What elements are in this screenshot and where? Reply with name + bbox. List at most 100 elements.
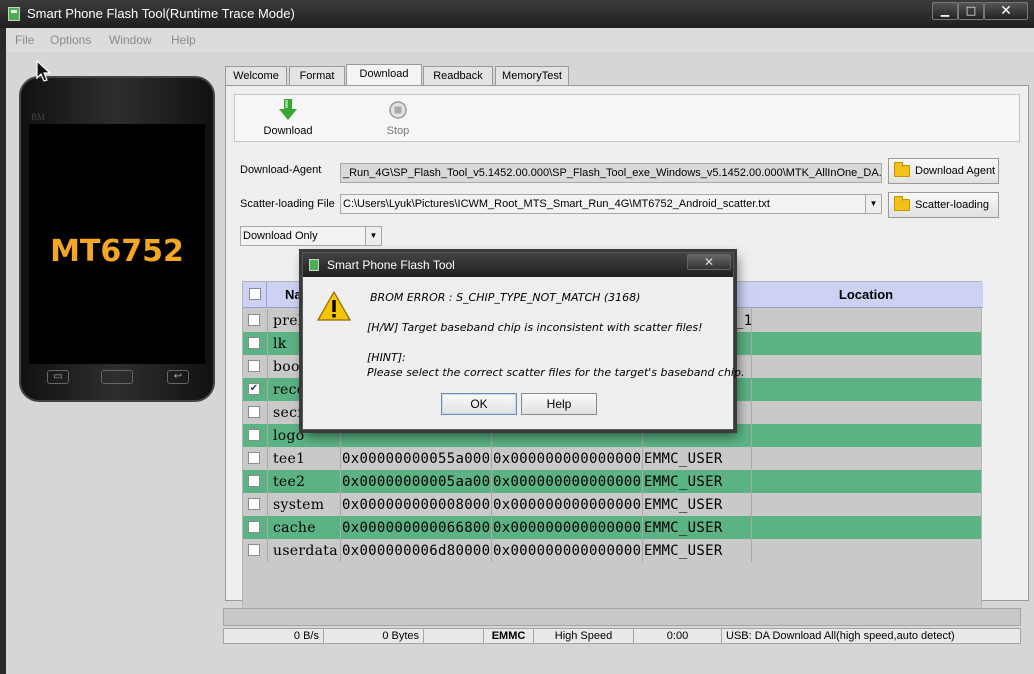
location xyxy=(735,357,975,377)
menu-window[interactable]: Window xyxy=(109,33,152,47)
row-checkbox[interactable] xyxy=(248,521,260,533)
chip-model-label: MT6752 xyxy=(50,234,184,269)
tab-readback[interactable]: Readback xyxy=(423,66,493,86)
column-divider xyxy=(267,470,268,493)
column-divider xyxy=(751,470,752,493)
tab-format[interactable]: Format xyxy=(289,66,345,86)
table-row[interactable]: tee2 0x00000000005aa00000x000000000000000… xyxy=(243,470,981,493)
column-divider xyxy=(751,539,752,562)
download-mode-value: Download Only xyxy=(243,230,318,242)
folder-icon xyxy=(894,196,910,211)
column-divider xyxy=(267,424,268,447)
dialog-title: Smart Phone Flash Tool xyxy=(327,258,455,272)
tab-welcome[interactable]: Welcome xyxy=(225,66,287,86)
tab-download[interactable]: Download xyxy=(346,64,422,86)
row-checkbox[interactable] xyxy=(248,314,260,326)
end-address: 0x0000000000000000 xyxy=(493,497,641,513)
download-arrow-icon xyxy=(279,99,297,120)
row-checkbox[interactable] xyxy=(248,337,260,349)
table-row[interactable]: userdata 0x000000006d800000 0x000000000000… xyxy=(243,539,981,562)
stop-icon xyxy=(389,101,407,119)
column-divider xyxy=(642,470,643,493)
status-mode: High Speed xyxy=(534,629,634,643)
close-button[interactable]: ✕ xyxy=(984,2,1028,20)
row-checkbox[interactable]: ✔ xyxy=(248,383,260,395)
column-divider xyxy=(491,493,492,516)
status-info: USB: DA Download All(high speed,auto det… xyxy=(726,630,955,642)
maximize-button[interactable]: □ xyxy=(958,2,984,20)
column-divider xyxy=(340,493,341,516)
location: _1 xyxy=(735,313,753,329)
dialog-close-button[interactable]: ✕ xyxy=(687,254,731,270)
download-mode-select[interactable]: Download Only ▼ xyxy=(240,226,382,246)
column-divider xyxy=(751,401,752,424)
table-row[interactable]: tee1 0x00000000055a0000 0x0000000000000000… xyxy=(243,447,981,470)
phone-image: BM MT6752 ▭ ↩ xyxy=(19,76,215,402)
row-checkbox[interactable] xyxy=(248,360,260,372)
partition-name: cache xyxy=(273,520,316,536)
ok-button[interactable]: OK xyxy=(441,393,517,415)
dialog-error-code: BROM ERROR : S_CHIP_TYPE_NOT_MATCH (3168… xyxy=(370,291,641,304)
menu-key-icon: ▭ xyxy=(47,370,69,384)
row-checkbox[interactable] xyxy=(248,452,260,464)
download-button[interactable]: Download xyxy=(253,99,323,137)
stop-label: Stop xyxy=(386,125,410,137)
toolbar: Download Stop xyxy=(234,94,1020,142)
select-all-header[interactable] xyxy=(243,282,267,308)
row-checkbox[interactable] xyxy=(248,498,260,510)
column-divider xyxy=(751,516,752,539)
tab-memorytest[interactable]: MemoryTest xyxy=(495,66,569,86)
row-checkbox[interactable] xyxy=(248,429,260,441)
row-checkbox[interactable] xyxy=(248,475,260,487)
help-button[interactable]: Help xyxy=(521,393,597,415)
column-divider xyxy=(267,493,268,516)
column-divider xyxy=(751,424,752,447)
begin-address: 0x000000000008000000 xyxy=(342,497,490,513)
row-checkbox[interactable] xyxy=(248,406,260,418)
row-checkbox[interactable] xyxy=(248,544,260,556)
phone-brand: BM xyxy=(31,112,46,122)
table-row[interactable]: system 0x0000000000080000000x000000000000… xyxy=(243,493,981,516)
location xyxy=(735,449,975,469)
column-divider xyxy=(751,355,752,378)
menu-help[interactable]: Help xyxy=(171,33,196,47)
column-divider xyxy=(491,539,492,562)
end-address: 0x0000000000000000 xyxy=(493,520,641,536)
chevron-down-icon[interactable]: ▼ xyxy=(865,195,881,213)
column-divider xyxy=(340,516,341,539)
location xyxy=(735,495,975,515)
scatter-loading-button[interactable]: Scatter-loading xyxy=(888,192,999,218)
status-time: 0:00 xyxy=(634,629,722,643)
download-agent-path[interactable]: _Run_4G\SP_Flash_Tool_v5.1452.00.000\SP_… xyxy=(340,163,882,183)
select-all-checkbox[interactable] xyxy=(249,288,261,300)
app-icon xyxy=(309,259,319,271)
begin-address: 0x000000006d800000 xyxy=(342,543,490,559)
progress-bar xyxy=(223,608,1021,626)
home-key-icon xyxy=(101,370,133,384)
begin-address: 0x00000000055a0000 xyxy=(342,451,490,467)
column-divider xyxy=(340,539,341,562)
scatter-file-combo[interactable]: C:\Users\Lyuk\Pictures\ICWM_Root_MTS_Sma… xyxy=(340,194,882,214)
menu-options[interactable]: Options xyxy=(50,33,91,47)
dialog-hint-message: Please select the correct scatter files … xyxy=(367,366,745,379)
table-row[interactable]: cache 0x0000000000668000000x0000000000000… xyxy=(243,516,981,539)
menu-file[interactable]: File xyxy=(15,33,34,47)
dialog-title-bar: Smart Phone Flash Tool ✕ xyxy=(303,253,733,277)
minimize-button[interactable]: ▁ xyxy=(932,2,958,20)
menu-bar: File Options Window Help xyxy=(6,28,1034,52)
begin-address: 0x00000000005aa0000 xyxy=(342,474,490,490)
stop-button[interactable]: Stop xyxy=(363,99,433,137)
end-address: 0x0000000000000000 xyxy=(493,451,641,467)
dialog-hw-message: [H/W] Target baseband chip is inconsiste… xyxy=(367,321,703,334)
partition-name: tee1 xyxy=(273,451,306,467)
app-icon xyxy=(8,7,20,21)
chevron-down-icon[interactable]: ▼ xyxy=(365,227,381,245)
title-bar: Smart Phone Flash Tool(Runtime Trace Mod… xyxy=(0,0,1034,28)
location-header: Location xyxy=(838,287,894,302)
column-divider xyxy=(491,447,492,470)
column-divider xyxy=(751,378,752,401)
window-title: Smart Phone Flash Tool(Runtime Trace Mod… xyxy=(27,6,295,21)
column-divider xyxy=(751,332,752,355)
status-speed: 0 B/s xyxy=(224,629,324,643)
download-agent-button[interactable]: Download Agent xyxy=(888,158,999,184)
